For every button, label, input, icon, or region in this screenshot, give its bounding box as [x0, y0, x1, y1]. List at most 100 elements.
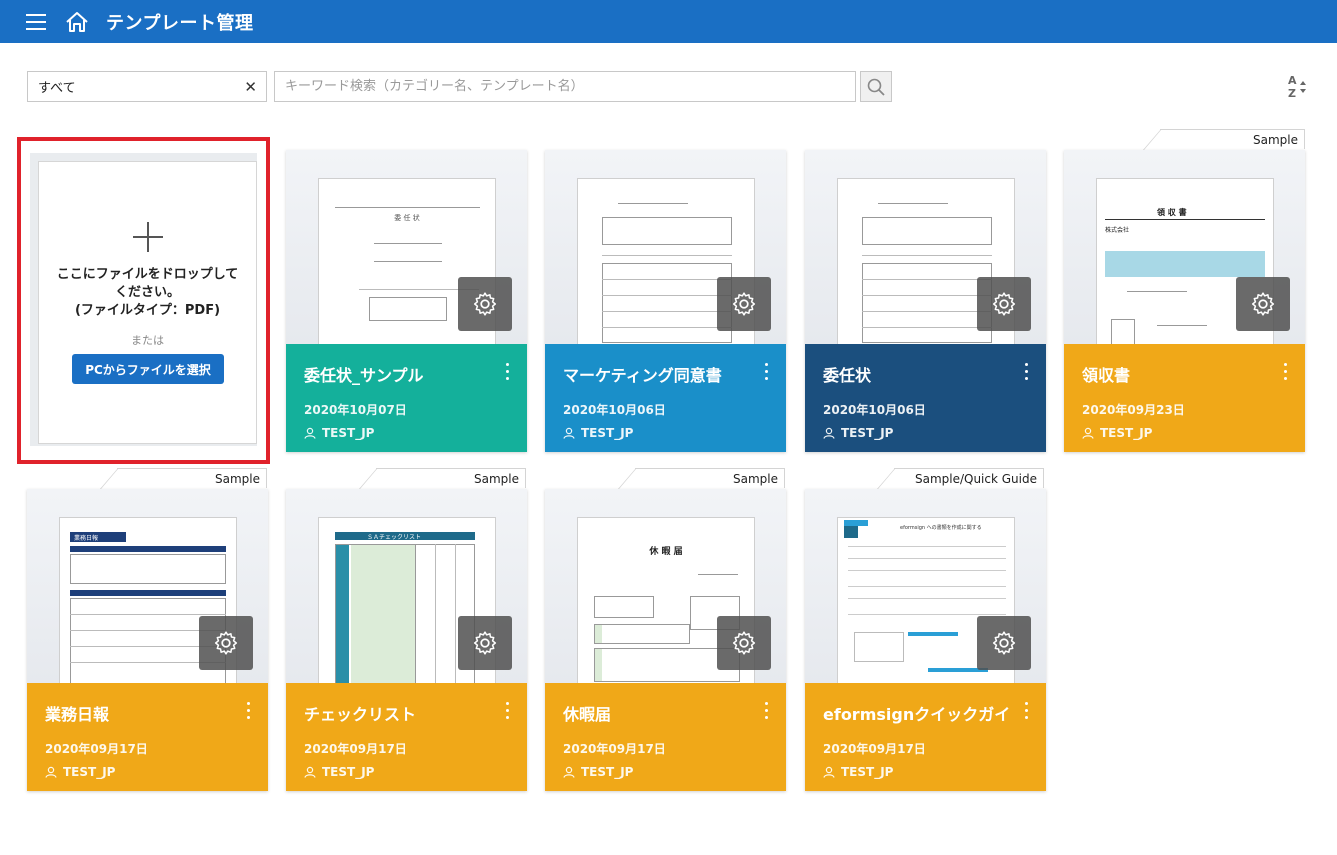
template-thumbnail: eformsign への書類を作成に関する: [805, 489, 1046, 683]
svg-text:Z: Z: [1288, 87, 1296, 100]
template-date: 2020年10月07日: [304, 403, 407, 417]
template-owner: TEST_JP: [563, 426, 633, 440]
category-value: すべて: [38, 81, 76, 96]
template-name: 委任状: [823, 366, 872, 385]
user-icon: [563, 766, 575, 778]
template-card[interactable]: 業務日報 業務日報 2020年09月17日 TEST_JP: [27, 489, 268, 791]
settings-button[interactable]: [717, 277, 771, 331]
template-owner: TEST_JP: [45, 765, 115, 779]
template-card[interactable]: マーケティング同意書 2020年10月06日 TEST_JP: [545, 150, 786, 452]
gear-icon: [732, 631, 756, 655]
search-input[interactable]: [274, 71, 856, 102]
clear-category-icon[interactable]: ✕: [244, 78, 257, 96]
template-owner: TEST_JP: [304, 765, 374, 779]
template-owner: TEST_JP: [563, 765, 633, 779]
template-name: マーケティング同意書: [563, 366, 722, 385]
template-card[interactable]: 委 任 状 委任状_サンプル 2020年10月07日 TEST_JP: [286, 150, 527, 452]
template-info: 休暇届 2020年09月17日 TEST_JP: [545, 683, 786, 791]
more-options-icon[interactable]: [1277, 361, 1293, 383]
user-icon: [1082, 427, 1094, 439]
sample-tag: Sample: [359, 468, 526, 489]
user-icon: [304, 427, 316, 439]
drop-instructions: ここにファイルをドロップして ください。 (ファイルタイプ：PDF): [56, 267, 239, 318]
template-thumbnail: [805, 150, 1046, 344]
search-button[interactable]: [860, 71, 892, 102]
sort-az-icon[interactable]: A Z: [1286, 73, 1310, 101]
template-thumbnail: 休 暇 届: [545, 489, 786, 683]
sample-tag: Sample: [100, 468, 267, 489]
top-bar: テンプレート管理: [0, 0, 1337, 43]
gear-icon: [992, 631, 1016, 655]
template-card[interactable]: ＳＡチェックリスト チェックリスト 2020年09月17日 TEST_JP: [286, 489, 527, 791]
svg-text:A: A: [1288, 74, 1297, 87]
template-owner: TEST_JP: [823, 426, 893, 440]
settings-button[interactable]: [717, 616, 771, 670]
gear-icon: [473, 631, 497, 655]
settings-button[interactable]: [977, 277, 1031, 331]
template-card[interactable]: 領 収 書 株式会社 領収書 2020年09月23日 TEST_JP: [1064, 150, 1305, 452]
template-thumbnail: ＳＡチェックリスト: [286, 489, 527, 683]
user-icon: [823, 427, 835, 439]
template-date: 2020年10月06日: [563, 403, 666, 417]
sample-tag: Sample/Quick Guide: [877, 468, 1044, 489]
user-icon: [823, 766, 835, 778]
template-name: 業務日報: [45, 705, 110, 724]
template-thumbnail: 業務日報: [27, 489, 268, 683]
gear-icon: [1251, 292, 1275, 316]
home-icon[interactable]: [64, 10, 90, 34]
template-name: チェックリスト: [304, 705, 417, 724]
template-date: 2020年10月06日: [823, 403, 926, 417]
user-icon: [304, 766, 316, 778]
search-icon: [867, 78, 885, 96]
template-owner: TEST_JP: [823, 765, 893, 779]
or-label: または: [131, 334, 164, 347]
template-info: 委任状_サンプル 2020年10月07日 TEST_JP: [286, 344, 527, 452]
select-file-button[interactable]: PCからファイルを選択: [72, 354, 224, 384]
settings-button[interactable]: [458, 616, 512, 670]
template-name: 委任状_サンプル: [304, 366, 424, 385]
user-icon: [563, 427, 575, 439]
hamburger-menu-icon[interactable]: [26, 13, 46, 30]
settings-button[interactable]: [1236, 277, 1290, 331]
plus-icon: [133, 222, 163, 252]
filter-bar: すべて ✕ A Z: [27, 71, 1310, 103]
template-card[interactable]: 委任状 2020年10月06日 TEST_JP: [805, 150, 1046, 452]
template-date: 2020年09月17日: [304, 742, 407, 756]
template-owner: TEST_JP: [1082, 426, 1152, 440]
template-card[interactable]: 休 暇 届 休暇届 2020年09月17日 TEST_JP: [545, 489, 786, 791]
settings-button[interactable]: [458, 277, 512, 331]
more-options-icon[interactable]: [499, 361, 515, 383]
template-info: 業務日報 2020年09月17日 TEST_JP: [27, 683, 268, 791]
user-icon: [45, 766, 57, 778]
gear-icon: [214, 631, 238, 655]
more-options-icon[interactable]: [758, 361, 774, 383]
settings-button[interactable]: [977, 616, 1031, 670]
template-card[interactable]: eformsign への書類を作成に関する eformsignクイックガイド 2…: [805, 489, 1046, 791]
settings-button[interactable]: [199, 616, 253, 670]
template-date: 2020年09月17日: [45, 742, 148, 756]
more-options-icon[interactable]: [758, 700, 774, 722]
sample-tag: Sample: [1143, 129, 1305, 150]
template-info: マーケティング同意書 2020年10月06日 TEST_JP: [545, 344, 786, 452]
template-name: 領収書: [1082, 366, 1131, 385]
template-thumbnail: 委 任 状: [286, 150, 527, 344]
template-thumbnail: 領 収 書 株式会社: [1064, 150, 1305, 344]
template-date: 2020年09月17日: [823, 742, 926, 756]
more-options-icon[interactable]: [1018, 361, 1034, 383]
upload-card[interactable]: ここにファイルをドロップして ください。 (ファイルタイプ：PDF) または P…: [38, 161, 257, 444]
more-options-icon[interactable]: [1018, 700, 1034, 722]
template-info: チェックリスト 2020年09月17日 TEST_JP: [286, 683, 527, 791]
sample-tag: Sample: [618, 468, 785, 489]
template-name: eformsignクイックガイド: [823, 705, 1013, 724]
more-options-icon[interactable]: [240, 700, 256, 722]
upload-dropzone[interactable]: ここにファイルをドロップして ください。 (ファイルタイプ：PDF) または P…: [30, 153, 257, 446]
template-date: 2020年09月17日: [563, 742, 666, 756]
more-options-icon[interactable]: [499, 700, 515, 722]
template-thumbnail: [545, 150, 786, 344]
category-select[interactable]: すべて ✕: [27, 71, 267, 102]
gear-icon: [732, 292, 756, 316]
template-info: eformsignクイックガイド 2020年09月17日 TEST_JP: [805, 683, 1046, 791]
template-info: 委任状 2020年10月06日 TEST_JP: [805, 344, 1046, 452]
template-name: 休暇届: [563, 705, 612, 724]
template-date: 2020年09月23日: [1082, 403, 1185, 417]
